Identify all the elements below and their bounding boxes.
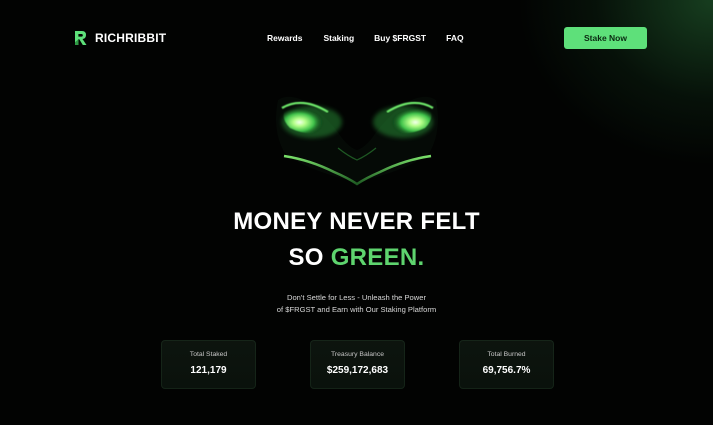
brand-logo[interactable]: RICHRIBBIT bbox=[74, 30, 166, 46]
headline-prefix: SO bbox=[288, 244, 331, 271]
stat-value: 69,756.7% bbox=[482, 365, 531, 376]
stat-label: Treasury Balance bbox=[330, 351, 384, 358]
stat-card-total-burned: Total Burned 69,756.7% bbox=[459, 340, 554, 389]
headline-highlight: GREEN. bbox=[330, 244, 425, 271]
hero-subtitle-line2: of $FRGST and Earn with Our Staking Plat… bbox=[276, 305, 437, 314]
hero-subtitle-line1: Don't Settle for Less - Unleash the Powe… bbox=[286, 293, 427, 302]
hero-headline-line1: MONEY NEVER FELT bbox=[233, 208, 480, 235]
nav-faq[interactable]: FAQ bbox=[446, 33, 463, 43]
stat-value: $259,172,683 bbox=[326, 365, 389, 376]
hero-headline-line2: SO GREEN. bbox=[0, 244, 713, 272]
brand-name: RICHRIBBIT bbox=[95, 31, 167, 45]
frog-eyes-icon bbox=[270, 90, 445, 190]
main-nav: Rewards Staking Buy $FRGST FAQ bbox=[267, 33, 464, 43]
stat-card-total-staked: Total Staked 121,179 bbox=[161, 340, 256, 389]
nav-buy-frgst[interactable]: Buy $FRGST bbox=[374, 33, 426, 43]
stat-value: 121,179 bbox=[190, 365, 227, 376]
stake-now-button[interactable]: Stake Now bbox=[564, 27, 647, 49]
stat-label: Total Staked bbox=[189, 351, 228, 358]
stat-label: Total Burned bbox=[487, 351, 526, 358]
nav-staking[interactable]: Staking bbox=[323, 33, 354, 43]
stat-card-treasury-balance: Treasury Balance $259,172,683 bbox=[310, 340, 405, 389]
landing-page: RICHRIBBIT Rewards Staking Buy $FRGST FA… bbox=[0, 0, 713, 425]
nav-rewards[interactable]: Rewards bbox=[267, 33, 302, 43]
r-logo-icon bbox=[74, 30, 88, 46]
